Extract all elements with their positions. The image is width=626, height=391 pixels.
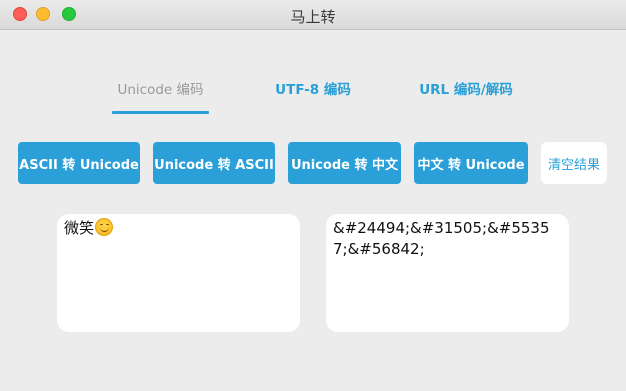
smiling-face-emoji-icon <box>95 218 114 236</box>
input-textarea[interactable]: 微笑 <box>57 214 300 332</box>
output-text: &#24494;&#31505;&#55357;&#56842; <box>333 219 550 258</box>
input-text: 微笑 <box>64 219 95 237</box>
tab-unicode[interactable]: Unicode 编码 <box>112 78 209 98</box>
tab-utf8[interactable]: UTF-8 编码 <box>268 78 358 98</box>
ascii-to-unicode-button[interactable]: ASCII 转 Unicode <box>18 142 140 184</box>
clear-results-button[interactable]: 清空结果 <box>541 142 607 184</box>
active-tab-indicator <box>112 111 209 114</box>
window-title: 马上转 <box>290 8 336 26</box>
unicode-to-ascii-button[interactable]: Unicode 转 ASCII <box>153 142 275 184</box>
chinese-to-unicode-button[interactable]: 中文 转 Unicode <box>414 142 528 184</box>
output-textarea[interactable]: &#24494;&#31505;&#55357;&#56842; <box>326 214 569 332</box>
title-bar: 马上转 <box>0 0 626 30</box>
unicode-to-chinese-button[interactable]: Unicode 转 中文 <box>288 142 401 184</box>
tab-url[interactable]: URL 编码/解码 <box>412 78 520 98</box>
